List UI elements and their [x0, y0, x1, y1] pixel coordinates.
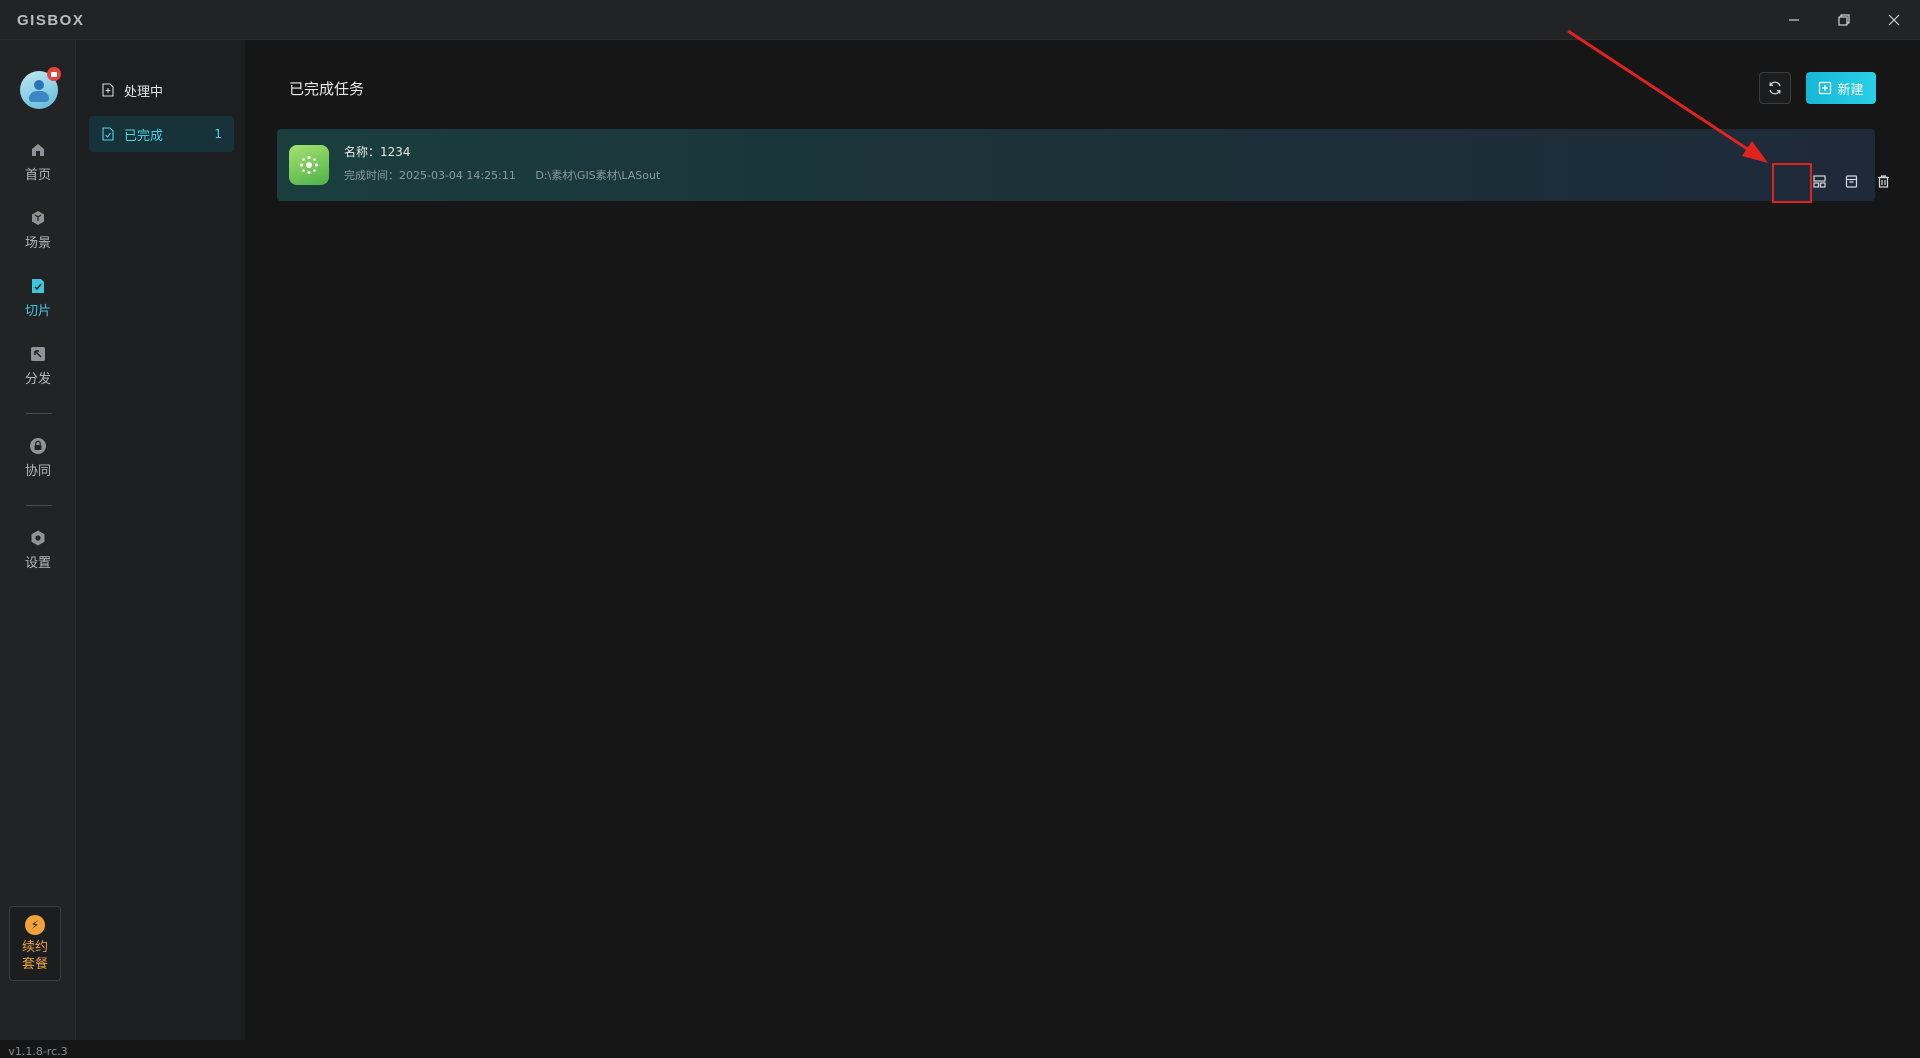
- refresh-icon: [1769, 81, 1781, 95]
- rail-item-label: 场景: [24, 236, 51, 251]
- file-add-icon: [101, 83, 115, 97]
- subnav-label: 处理中: [124, 84, 164, 100]
- task-completed-time: 完成时间：2025-03-04 14:25:11: [344, 169, 516, 182]
- rail-item-label: 分发: [24, 372, 51, 387]
- restore-icon: [1838, 14, 1850, 26]
- title-bar: GISBOX: [0, 0, 1920, 40]
- rail-item-settings[interactable]: 设置: [0, 528, 76, 584]
- notification-badge[interactable]: [47, 67, 61, 81]
- renew-label: 续约 套餐: [22, 939, 48, 973]
- rail-item-collab[interactable]: 协同: [0, 436, 76, 492]
- task-subnav: 处理中 已完成 1: [76, 40, 245, 1040]
- folder-icon: [1845, 174, 1857, 188]
- rail-item-label: 设置: [24, 556, 51, 571]
- task-name: 名称：1234: [344, 145, 411, 159]
- slice-icon: [28, 276, 48, 296]
- close-button[interactable]: [1879, 8, 1909, 32]
- delete-button[interactable]: [1871, 169, 1895, 193]
- lightning-icon: ⚡: [25, 915, 45, 935]
- subnav-label: 已完成: [124, 128, 164, 144]
- annotation-highlight-box: [1772, 163, 1812, 203]
- rail-item-label: 首页: [24, 168, 51, 183]
- task-card[interactable]: 名称：1234 完成时间：2025-03-04 14:25:11 D:\素材\G…: [277, 129, 1889, 201]
- app-logo: GISBOX: [17, 12, 85, 29]
- rail-item-label: 协同: [24, 464, 51, 479]
- renew-label-line1: 续约: [21, 940, 48, 955]
- layout-icon: [1812, 174, 1826, 188]
- cube-icon: [28, 208, 48, 228]
- rail-item-home[interactable]: 首页: [0, 140, 76, 196]
- minimize-icon: [1789, 19, 1799, 21]
- renew-label-line2: 套餐: [21, 957, 48, 972]
- restore-button[interactable]: [1829, 8, 1859, 32]
- pointcloud-icon: [289, 145, 329, 185]
- task-output-path: D:\素材\GIS素材\LASout: [535, 169, 661, 182]
- new-task-button[interactable]: 新建: [1806, 72, 1876, 104]
- distribute-icon: [28, 344, 48, 364]
- add-file-icon: [1819, 81, 1832, 95]
- file-check-icon: [101, 127, 115, 141]
- rail-item-slice[interactable]: 切片: [0, 276, 76, 332]
- rail-divider: [26, 413, 52, 414]
- rail-item-distribute[interactable]: 分发: [0, 344, 76, 400]
- completed-count: 1: [214, 127, 222, 141]
- lock-icon: [28, 436, 48, 456]
- open-folder-button[interactable]: [1839, 169, 1863, 193]
- minimize-button[interactable]: [1779, 8, 1809, 32]
- message-icon: [51, 71, 57, 77]
- subnav-item-processing[interactable]: 处理中: [89, 72, 234, 108]
- page-title: 已完成任务: [289, 80, 365, 98]
- gear-icon: [28, 528, 48, 548]
- renew-plan-button[interactable]: ⚡ 续约 套餐: [9, 906, 61, 981]
- new-task-label: 新建: [1837, 82, 1864, 98]
- rail-item-label: 切片: [24, 304, 51, 319]
- trash-icon: [1877, 174, 1889, 188]
- rail-item-scene[interactable]: 场景: [0, 208, 76, 264]
- close-icon: [1888, 14, 1900, 26]
- rail-divider: [26, 505, 52, 506]
- refresh-button[interactable]: [1759, 72, 1791, 104]
- home-icon: [28, 140, 48, 160]
- subnav-item-completed[interactable]: 已完成 1: [89, 116, 234, 152]
- icon-rail: 首页 场景 切片 分发 协同 设置 ⚡ 续约 套餐 v1.1.8-rc.3: [0, 40, 76, 1058]
- avatar-head-shape: [34, 80, 44, 90]
- task-meta: 完成时间：2025-03-04 14:25:11 D:\素材\GIS素材\LAS…: [344, 167, 660, 183]
- avatar-body-shape: [29, 91, 49, 102]
- main-panel: 已完成任务 新建 名称：1234 完成时间：2025-03-04 14:25:1…: [245, 40, 1920, 1040]
- version-label: v1.1.8-rc.3: [8, 1045, 68, 1058]
